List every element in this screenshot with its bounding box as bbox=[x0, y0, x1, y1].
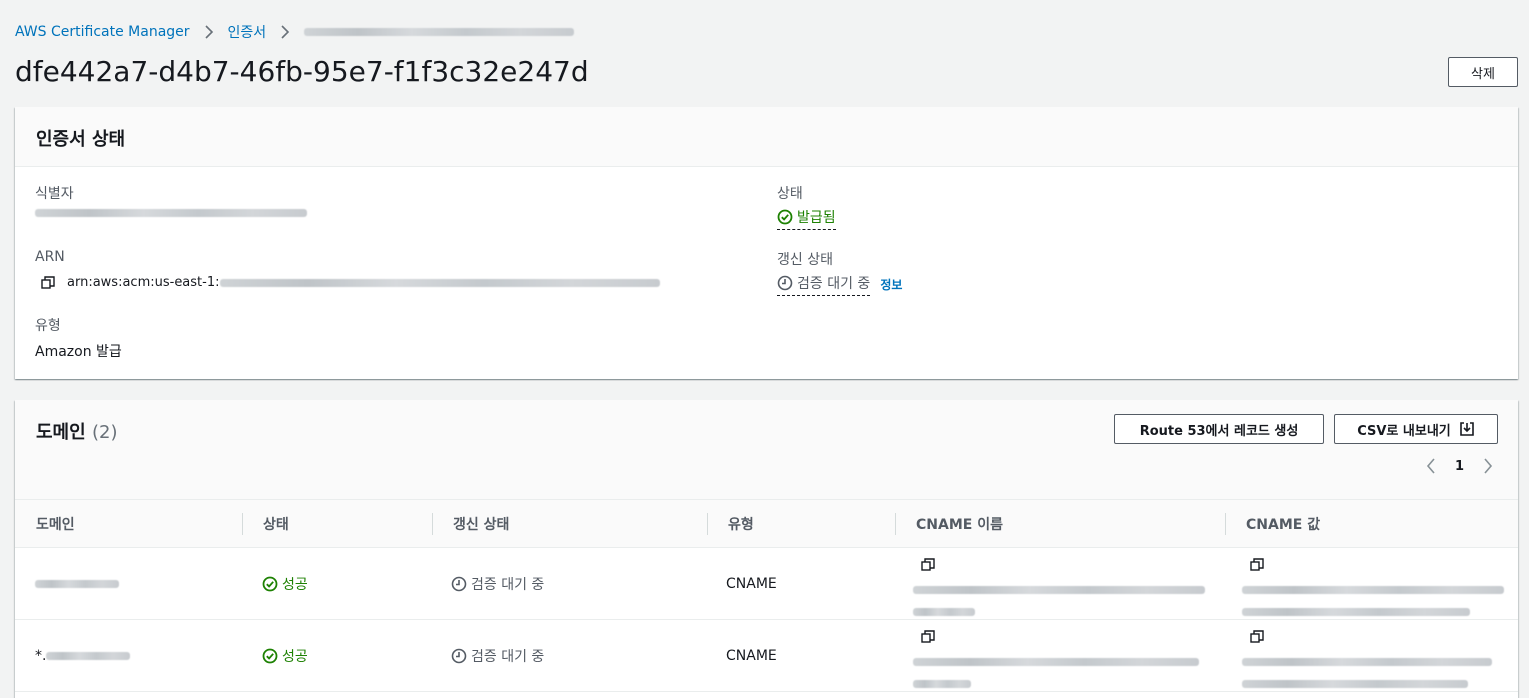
type-label: 유형 bbox=[35, 318, 61, 334]
pagination: 1 bbox=[1425, 458, 1494, 474]
row-renewal-status: 검증 대기 중 bbox=[451, 548, 544, 620]
status-text: 발급됨 bbox=[797, 210, 836, 226]
status-label: 상태 bbox=[777, 186, 803, 202]
renewal-text: 검증 대기 중 bbox=[797, 276, 871, 292]
check-circle-icon bbox=[262, 576, 278, 592]
identifier-label: 식별자 bbox=[35, 186, 74, 202]
chevron-right-icon bbox=[204, 25, 214, 39]
delete-button[interactable]: 삭제 bbox=[1448, 57, 1518, 87]
row-type: CNAME bbox=[726, 648, 777, 664]
row-cname-value bbox=[1242, 630, 1512, 692]
chevron-right-icon bbox=[280, 25, 290, 39]
chevron-left-icon[interactable] bbox=[1425, 458, 1437, 474]
domains-heading-text: 도메인 bbox=[36, 422, 86, 443]
check-circle-icon bbox=[262, 648, 278, 664]
clock-icon bbox=[451, 576, 467, 592]
chevron-right-icon[interactable] bbox=[1482, 458, 1494, 474]
copy-icon[interactable] bbox=[1250, 630, 1264, 644]
arn-label: ARN bbox=[35, 249, 65, 265]
column-cname-name: CNAME 이름 bbox=[895, 500, 1225, 548]
export-csv-label: CSV로 내보내기 bbox=[1357, 423, 1451, 439]
page-title: dfe442a7-d4b7-46fb-95e7-f1f3c32e247d bbox=[15, 55, 589, 88]
arn-prefix: arn:aws:acm:us-east-1: bbox=[67, 275, 220, 290]
row-domain bbox=[35, 548, 119, 620]
check-circle-icon bbox=[777, 209, 793, 225]
copy-icon[interactable] bbox=[921, 630, 935, 644]
column-domain: 도메인 bbox=[36, 517, 75, 533]
table-row: 성공 검증 대기 중 CNAME bbox=[15, 548, 1518, 620]
copy-icon[interactable] bbox=[1250, 558, 1264, 572]
domains-panel: 도메인 (2) Route 53에서 레코드 생성 CSV로 내보내기 1 도메… bbox=[15, 400, 1518, 698]
copy-icon[interactable] bbox=[921, 558, 935, 572]
identifier-value-redacted bbox=[35, 209, 307, 217]
type-value: Amazon 발급 bbox=[35, 344, 122, 360]
arn-value: arn:aws:acm:us-east-1: bbox=[41, 275, 660, 290]
status-value: 발급됨 bbox=[777, 207, 836, 230]
column-type: 유형 bbox=[707, 500, 895, 548]
domains-count: (2) bbox=[91, 422, 118, 443]
domain-redacted bbox=[35, 580, 119, 588]
domains-header: 도메인 (2) Route 53에서 레코드 생성 CSV로 내보내기 1 bbox=[15, 400, 1518, 499]
breadcrumb: AWS Certificate Manager 인증서 bbox=[15, 22, 575, 42]
domains-heading: 도메인 (2) bbox=[36, 418, 117, 444]
row-cname-value bbox=[1242, 558, 1512, 620]
copy-icon[interactable] bbox=[41, 275, 55, 290]
renewal-label: 갱신 상태 bbox=[777, 252, 833, 268]
clock-icon bbox=[451, 648, 467, 664]
row-cname-name bbox=[913, 558, 1213, 620]
create-route53-records-button[interactable]: Route 53에서 레코드 생성 bbox=[1114, 414, 1324, 444]
row-type: CNAME bbox=[726, 576, 777, 592]
table-row: *. 성공 검증 대기 중 CNAME bbox=[15, 620, 1518, 692]
breadcrumb-certificates-link[interactable]: 인증서 bbox=[228, 22, 267, 42]
download-icon bbox=[1459, 421, 1475, 437]
certificate-status-panel: 인증서 상태 식별자 ARN arn:aws:acm:us-east-1: 유형… bbox=[15, 107, 1518, 379]
row-cname-name bbox=[913, 630, 1213, 692]
row-status: 성공 bbox=[262, 548, 308, 620]
arn-redacted bbox=[219, 278, 660, 287]
panel-header: 인증서 상태 bbox=[15, 107, 1518, 167]
renewal-value: 검증 대기 중 정보 bbox=[777, 273, 902, 296]
column-cname-value: CNAME 값 bbox=[1225, 500, 1518, 548]
renewal-info-link[interactable]: 정보 bbox=[880, 276, 902, 293]
clock-icon bbox=[777, 275, 793, 291]
row-renewal-status: 검증 대기 중 bbox=[451, 620, 544, 692]
row-status: 성공 bbox=[262, 620, 308, 692]
breadcrumb-current-redacted bbox=[304, 28, 575, 36]
pagination-page[interactable]: 1 bbox=[1455, 459, 1464, 474]
domain-redacted bbox=[46, 652, 131, 660]
domains-table-header: 도메인 상태 갱신 상태 유형 CNAME 이름 CNAME 값 bbox=[15, 499, 1518, 548]
row-domain: *. bbox=[35, 620, 131, 692]
certificate-status-heading: 인증서 상태 bbox=[36, 129, 126, 150]
breadcrumb-acm-link[interactable]: AWS Certificate Manager bbox=[15, 24, 190, 40]
column-renewal-status: 갱신 상태 bbox=[432, 500, 707, 548]
export-csv-button[interactable]: CSV로 내보내기 bbox=[1334, 414, 1498, 444]
column-status: 상태 bbox=[242, 500, 432, 548]
